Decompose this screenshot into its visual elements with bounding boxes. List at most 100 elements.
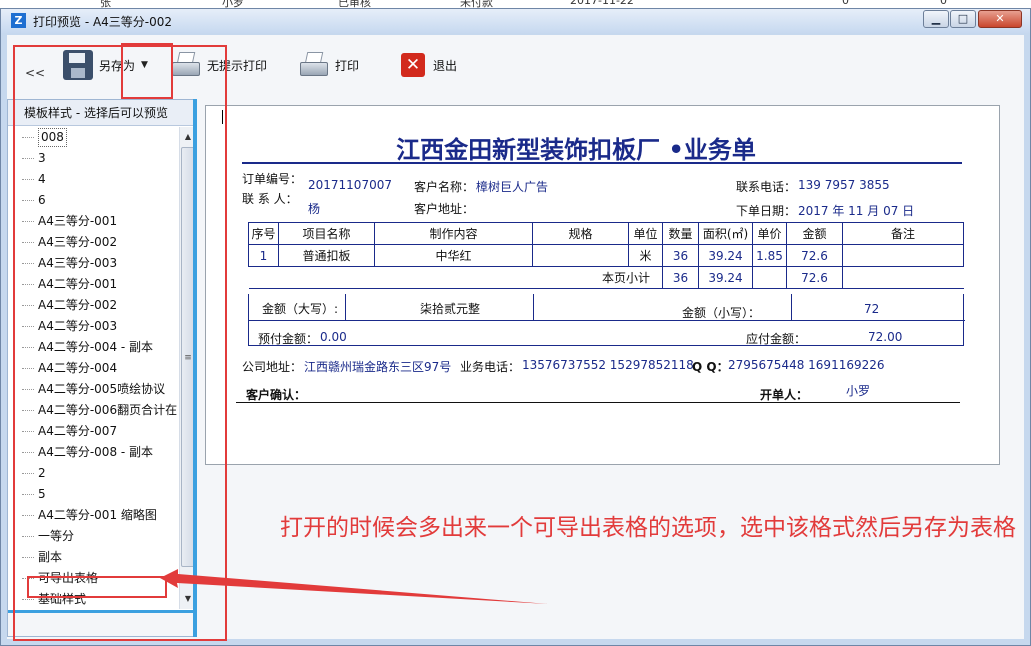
table-header: 制作内容 xyxy=(374,222,533,245)
exit-icon: ✕ xyxy=(401,53,425,77)
template-list-item[interactable]: A4二等分-002 xyxy=(8,295,178,316)
template-list-item-label: 5 xyxy=(38,487,46,501)
company-address-value: 江西赣州瑞金路东三区97号 xyxy=(304,360,452,374)
template-list-item-label: A4三等分-001 xyxy=(38,214,118,228)
template-list-item-label: 副本 xyxy=(38,550,63,564)
close-icon: ✕ xyxy=(995,12,1005,25)
template-list-item[interactable]: A4二等分-008 - 副本 xyxy=(8,442,178,463)
template-list-item[interactable]: 008 xyxy=(8,127,178,148)
exit-label: 退出 xyxy=(433,58,458,73)
template-list-item[interactable]: 副本 xyxy=(8,547,178,568)
preview-page: 江西金田新型装饰扣板厂 •业务单 订单编号： 20171107007 联 系 人… xyxy=(205,105,1000,465)
divider xyxy=(533,294,534,320)
template-list-item[interactable]: 5 xyxy=(8,484,178,505)
minimize-icon: ▁ xyxy=(931,12,941,25)
text-caret xyxy=(222,110,223,124)
phone-value: 139 7957 3855 xyxy=(798,178,890,192)
table-cell: 中华红 xyxy=(374,244,533,267)
table-cell: 普通扣板 xyxy=(278,244,375,267)
quick-print-button[interactable]: 无提示打印 xyxy=(171,49,267,81)
template-list-item[interactable]: 可导出表格 xyxy=(8,568,178,589)
printer-icon xyxy=(171,50,201,80)
qq-label: Q Q： xyxy=(692,360,729,374)
template-list-item[interactable]: 3 xyxy=(8,148,178,169)
template-list-item-label: 2 xyxy=(38,466,46,480)
amount-box xyxy=(248,294,965,346)
annotation-text: 打开的时候会多出来一个可导出表格的选项，选中该格式然后另存为表格 xyxy=(280,515,1016,541)
prepaid-label: 预付金额： xyxy=(258,332,319,346)
save-disk-icon xyxy=(63,50,93,80)
amount-upper-value: 柒拾贰元整 xyxy=(420,302,481,316)
template-list-item[interactable]: A4二等分-005喷绘协议 xyxy=(8,379,178,400)
table-cell xyxy=(752,266,787,289)
template-list-item[interactable]: A4二等分-003 xyxy=(8,316,178,337)
template-panel-footer xyxy=(8,610,196,636)
print-button[interactable]: 打印 xyxy=(299,49,359,81)
subtotal-label: 本页小计 xyxy=(248,266,663,289)
template-list-item[interactable]: 一等分 xyxy=(8,526,178,547)
bg-cell: 0 xyxy=(940,0,947,7)
table-cell: 1.85 xyxy=(752,244,787,267)
issuer-value: 小罗 xyxy=(846,384,871,398)
template-list-item-label: A4二等分-005喷绘协议 xyxy=(38,382,166,396)
issuer-label: 开单人： xyxy=(760,388,809,402)
bg-cell: 未付款 xyxy=(460,0,493,8)
template-list-item-label: 可导出表格 xyxy=(38,571,99,585)
title-bar[interactable]: Z 打印预览 - A4三等分-002 ▁ □ ✕ xyxy=(1,9,1030,33)
template-list-item-label: A4三等分-002 xyxy=(38,235,118,249)
table-cell xyxy=(842,266,964,289)
bg-cell: 小罗 xyxy=(222,0,244,8)
template-list-item-label: A4二等分-003 xyxy=(38,319,118,333)
template-list-item[interactable]: 4 xyxy=(8,169,178,190)
template-list-item[interactable]: A4二等分-004 xyxy=(8,358,178,379)
maximize-icon: □ xyxy=(957,12,969,25)
template-list-item-label: 一等分 xyxy=(38,529,75,543)
client-area: << 另存为 ▼ 无提示打印 打印 ✕ 退出 模板样式 - 选择后可以预览 00… xyxy=(7,35,1024,641)
subtotal-row: 本页小计 36 39.24 72.6 xyxy=(248,266,964,289)
table-header: 单价 xyxy=(752,222,787,245)
template-list-item[interactable]: A4二等分-007 xyxy=(8,421,178,442)
template-list-item[interactable]: 2 xyxy=(8,463,178,484)
template-list-item-label: A4二等分-007 xyxy=(38,424,118,438)
template-list-item[interactable]: A4二等分-001 xyxy=(8,274,178,295)
exit-button[interactable]: ✕ 退出 xyxy=(397,49,457,81)
template-list-item-label: 基础样式 xyxy=(38,592,87,606)
template-list[interactable]: 008 3 4 6 A4三等分-001 A4三等分-002 A4三等分-003 A4二等分-0… xyxy=(8,127,178,609)
template-list-item[interactable]: 6 xyxy=(8,190,178,211)
amount-upper-label: 金额（大写）: xyxy=(262,302,339,316)
template-list-item[interactable]: A4二等分-006翻页合计在 xyxy=(8,400,178,421)
table-header: 数量 xyxy=(662,222,699,245)
amount-lower-label: 金额（小写）： xyxy=(682,306,761,320)
date-value: 2017 年 11 月 07 日 xyxy=(798,204,915,218)
amount-lower-value: 72 xyxy=(864,302,880,316)
collapse-panel-button[interactable]: << xyxy=(25,57,45,89)
template-panel: 模板样式 - 选择后可以预览 008 3 4 6 A4三等分-001 A4三等分-002 A… xyxy=(7,99,197,637)
template-list-item-label: A4二等分-006翻页合计在 xyxy=(38,403,178,417)
template-list-item[interactable]: A4三等分-002 xyxy=(8,232,178,253)
order-no-label: 订单编号： xyxy=(242,172,303,186)
template-list-item-label: A4二等分-004 xyxy=(38,361,118,375)
template-list-item[interactable]: A4二等分-004 - 副本 xyxy=(8,337,178,358)
minimize-button[interactable]: ▁ xyxy=(923,10,949,28)
template-list-item-label: A4二等分-008 - 副本 xyxy=(38,445,154,459)
customer-label: 客户名称： xyxy=(414,180,475,194)
template-list-item[interactable]: A4三等分-001 xyxy=(8,211,178,232)
title-underline xyxy=(242,162,962,164)
table-header: 项目名称 xyxy=(278,222,375,245)
template-list-item[interactable]: 基础样式 xyxy=(8,589,178,609)
business-phone-value: 13576737552 15297852118 xyxy=(522,358,694,372)
maximize-button[interactable]: □ xyxy=(950,10,976,28)
prepaid-value: 0.00 xyxy=(320,330,347,344)
save-as-dropdown-button[interactable]: ▼ xyxy=(141,57,153,73)
table-header: 序号 xyxy=(248,222,279,245)
bg-cell: 0 xyxy=(842,0,849,7)
table-cell: 1 xyxy=(248,244,279,267)
table-cell: 米 xyxy=(628,244,663,267)
close-button[interactable]: ✕ xyxy=(978,10,1022,28)
template-list-item[interactable]: A4三等分-003 xyxy=(8,253,178,274)
save-as-button[interactable]: 另存为 xyxy=(63,49,135,81)
template-list-item-label: A4二等分-001 缩略图 xyxy=(38,508,157,522)
template-list-item[interactable]: A4二等分-001 缩略图 xyxy=(8,505,178,526)
table-cell: 39.24 xyxy=(698,244,753,267)
table-cell xyxy=(532,244,629,267)
